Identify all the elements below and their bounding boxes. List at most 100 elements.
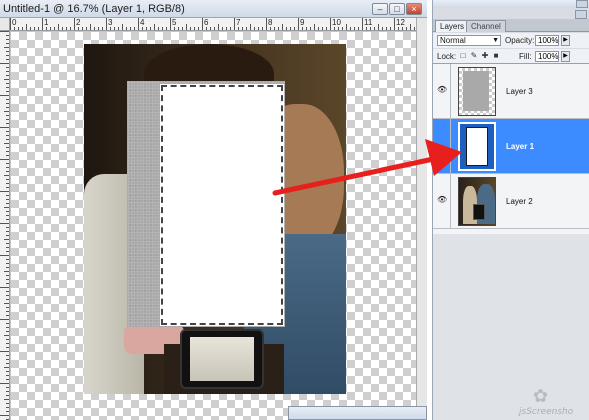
fill-slider-button[interactable]: ▶ [561,51,570,62]
layer-row-layer-2[interactable]: 👁 Layer 2 [433,174,589,229]
ruler-tick [6,71,9,72]
ruler-tick [4,303,9,304]
ruler-tick [86,27,87,30]
ruler-tick [202,18,203,30]
ruler-tick [242,27,243,30]
transparency-lock-icon[interactable]: □ [459,52,467,60]
visibility-toggle[interactable] [433,119,451,174]
ruler-tick [6,167,9,168]
minimized-window-bar[interactable] [288,406,427,420]
ruler-tick [322,27,323,30]
ruler-tick [6,299,9,300]
ruler-origin[interactable] [0,18,10,31]
watermark: ✿ jsScreensho [433,386,589,420]
ruler-tick [6,135,9,136]
vertical-scrollbar[interactable] [416,18,427,420]
ruler-tick [4,271,9,272]
panel-menu-button[interactable] [576,0,588,8]
ruler-tick [6,83,9,84]
ruler-tick [130,27,131,30]
layer-row-layer-1[interactable]: Layer 1 [433,119,589,174]
ruler-tick [6,163,9,164]
opacity-input[interactable]: 100% [535,35,559,46]
ruler-tick [230,27,231,30]
horizontal-ruler[interactable]: 0 1 2 3 4 5 6 7 8 9 10 11 12 [10,18,416,31]
thumbnail-gray-rect [463,71,489,111]
ruler-number: 12 [396,18,405,27]
ruler-tick [38,27,39,30]
ruler-tick [6,323,9,324]
ruler-tick [4,367,9,368]
ruler-number: 7 [236,18,241,27]
ruler-tick [4,47,9,48]
ruler-tick [414,27,415,30]
ruler-tick [346,24,347,30]
ruler-tick [6,67,9,68]
ruler-tick [66,27,67,30]
ruler-tick [298,18,299,30]
ruler-tick [342,27,343,30]
ruler-number: 8 [268,18,273,27]
minimize-button[interactable]: – [372,3,388,15]
ruler-tick [362,18,363,30]
ruler-number: 10 [332,18,341,27]
ruler-tick [50,27,51,30]
layer-thumbnail [458,67,496,116]
layer-row-layer-3[interactable]: 👁 Layer 3 [433,64,589,119]
ruler-tick [6,235,9,236]
ruler-tick [6,291,9,292]
document-title: Untitled-1 @ 16.7% (Layer 1, RGB/8) [3,3,185,15]
document-title-bar[interactable]: Untitled-1 @ 16.7% (Layer 1, RGB/8) – □ … [0,0,427,18]
visibility-toggle[interactable]: 👁 [433,174,451,229]
ruler-tick [258,27,259,30]
ruler-tick [46,27,47,30]
ruler-tick [6,327,9,328]
ruler-tick [6,283,9,284]
ruler-tick [134,27,135,30]
close-button[interactable]: × [406,3,422,15]
tab-channels[interactable]: Channel [466,20,506,32]
ruler-tick [0,95,9,96]
blend-mode-value: Normal [440,36,466,45]
ruler-tick [6,171,9,172]
maximize-button[interactable]: □ [389,3,405,15]
ruler-tick [174,27,175,30]
ruler-tick [354,27,355,30]
chevron-down-icon: ▼ [492,37,499,44]
ruler-tick [6,263,9,264]
ruler-tick [370,27,371,30]
ruler-tick [390,27,391,30]
layer-list: 👁 Layer 3 Layer 1 👁 Layer 2 [433,64,589,234]
canvas[interactable] [11,32,416,420]
ruler-tick [366,27,367,30]
ruler-tick [6,115,9,116]
ruler-tick [6,339,9,340]
photo-tablet [180,329,264,389]
ruler-number: 1 [44,18,49,27]
fill-input[interactable]: 100% [535,51,559,62]
ruler-tick [138,18,139,30]
move-lock-icon[interactable]: ✚ [481,52,489,60]
ruler-tick [102,27,103,30]
ruler-tick [6,243,9,244]
ruler-tick [62,27,63,30]
ruler-tick [6,39,9,40]
ruler-tick [0,63,9,64]
ruler-tick [194,27,195,30]
blend-mode-select[interactable]: Normal ▼ [437,35,501,46]
padlock-icon[interactable]: ■ [492,52,500,60]
ruler-tick [6,103,9,104]
vertical-ruler[interactable] [0,31,10,420]
visibility-toggle[interactable]: 👁 [433,64,451,119]
ruler-tick [198,27,199,30]
layer-1-white-rectangle-selection[interactable] [160,84,284,326]
lock-label: Lock: [437,52,457,61]
panel-title-bar[interactable] [433,0,589,8]
thumbnail-tablet [473,204,485,220]
brush-lock-icon[interactable]: ✎ [470,52,478,60]
panel-collapse-button[interactable] [575,10,587,19]
ruler-number: 2 [76,18,81,27]
ruler-tick [306,27,307,30]
tab-layers[interactable]: Layers [435,20,470,32]
opacity-slider-button[interactable]: ▶ [561,35,570,46]
